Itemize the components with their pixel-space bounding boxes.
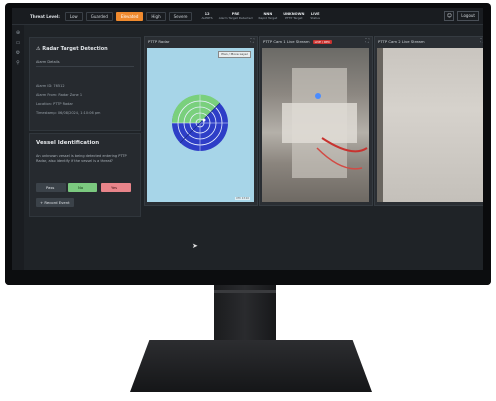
pass-button[interactable]: Pass xyxy=(36,183,66,192)
live-badge: LIVE / REC xyxy=(312,40,333,44)
stat-alarm-target: PRE Alarm Target Detected xyxy=(218,12,253,20)
radar-view[interactable]: Plan / Move Layer UTC 13:10 xyxy=(147,48,254,202)
monitor-screen: Threat Level: Low Guarded Elevated High … xyxy=(12,8,483,270)
monitor-stand-neck xyxy=(214,285,276,343)
stat-pttp-target: UNKNOWN PTTP Target xyxy=(283,12,305,20)
folder-icon[interactable]: ▭ xyxy=(12,38,24,48)
radar-timestamp: UTC 13:10 xyxy=(235,197,250,200)
threat-level-label: Threat Level: xyxy=(30,13,60,19)
filter-icon[interactable]: ⚲ xyxy=(12,58,24,68)
threat-level-guarded[interactable]: Guarded xyxy=(85,11,113,21)
camera-1-title: PTTP Cam 1 Live Stream LIVE / REC xyxy=(263,39,333,44)
camera-2-stream[interactable] xyxy=(377,48,483,202)
alert-timestamp: Timestamp: 06/08/2024, 1:10:06 pm xyxy=(36,111,101,115)
alert-title: ⚠ Radar Target Detection xyxy=(36,46,108,52)
camera-1-panel: PTTP Cam 1 Live Stream LIVE / REC ⛶ xyxy=(259,36,373,206)
camera-2-title: PTTP Cam 2 Live Stream xyxy=(378,39,425,44)
yes-button[interactable]: Yes xyxy=(101,183,131,192)
camera-1-stream[interactable] xyxy=(262,48,369,202)
radar-panel: PTTP Radar ⛶ Plan / Move Layer UTC 13:10 xyxy=(144,36,258,206)
mouse-cursor-icon: ➤ xyxy=(192,242,198,250)
threat-level-elevated[interactable]: Elevated xyxy=(115,11,144,21)
stat-rapid-target: NNN Rapid Target xyxy=(258,12,278,20)
radar-target xyxy=(202,118,206,122)
top-bar: Threat Level: Low Guarded Elevated High … xyxy=(12,8,483,25)
user-icon[interactable]: ☺ xyxy=(444,11,455,21)
alert-from: Alarm From: Radar Zone 1 xyxy=(36,93,83,97)
expand-icon[interactable]: ⛶ xyxy=(365,38,369,44)
camera-2-edge xyxy=(377,48,383,202)
threat-level-high[interactable]: High xyxy=(146,11,166,21)
alert-id: Alarm ID: 76512 xyxy=(36,84,65,88)
record-event-button[interactable]: + Record Event xyxy=(36,198,74,207)
stat-status: LIVE Status xyxy=(310,12,320,20)
settings-icon[interactable]: ⚙ xyxy=(12,48,24,58)
vessel-id-question: An unknown vessel is being detected ente… xyxy=(36,154,127,163)
stat-alerts: 12 ALERTS xyxy=(201,12,213,20)
threat-level-severe[interactable]: Severe xyxy=(168,11,193,21)
expand-icon[interactable]: ⛶ xyxy=(250,38,254,44)
monitor-stand-ring xyxy=(214,290,276,293)
no-label: No xyxy=(78,185,84,190)
pass-label: Pass xyxy=(46,185,55,190)
alert-panel: ⚠ Radar Target Detection Alarm Details A… xyxy=(29,37,141,131)
globe-icon[interactable]: ⊕ xyxy=(12,28,24,38)
alert-location: Location: PTTP Radar xyxy=(36,102,73,106)
yes-label: Yes xyxy=(111,185,118,190)
alert-subtitle: Alarm Details xyxy=(36,60,134,67)
camera-1-scene xyxy=(282,68,368,178)
vessel-id-panel: Vessel Identification An unknown vessel … xyxy=(29,133,141,217)
radar-rings xyxy=(171,94,228,151)
no-button[interactable]: No xyxy=(68,183,97,192)
expand-icon[interactable]: ⛶ xyxy=(480,38,483,44)
side-nav: ⊕ ▭ ⚙ ⚲ xyxy=(12,25,24,270)
scene-led xyxy=(315,93,321,99)
monitor-stand-base xyxy=(130,340,372,392)
radar-title: PTTP Radar xyxy=(148,39,170,44)
radar-sweep-svg xyxy=(171,94,228,151)
top-right-controls: ☺ Logout xyxy=(444,11,479,21)
logout-button[interactable]: Logout xyxy=(457,11,479,21)
scene-board xyxy=(282,103,357,143)
vessel-id-title: Vessel Identification xyxy=(36,140,100,146)
camera-2-panel: PTTP Cam 2 Live Stream ⛶ xyxy=(374,36,483,206)
monitor-chin xyxy=(5,270,491,285)
threat-level-low[interactable]: Low xyxy=(64,11,83,21)
